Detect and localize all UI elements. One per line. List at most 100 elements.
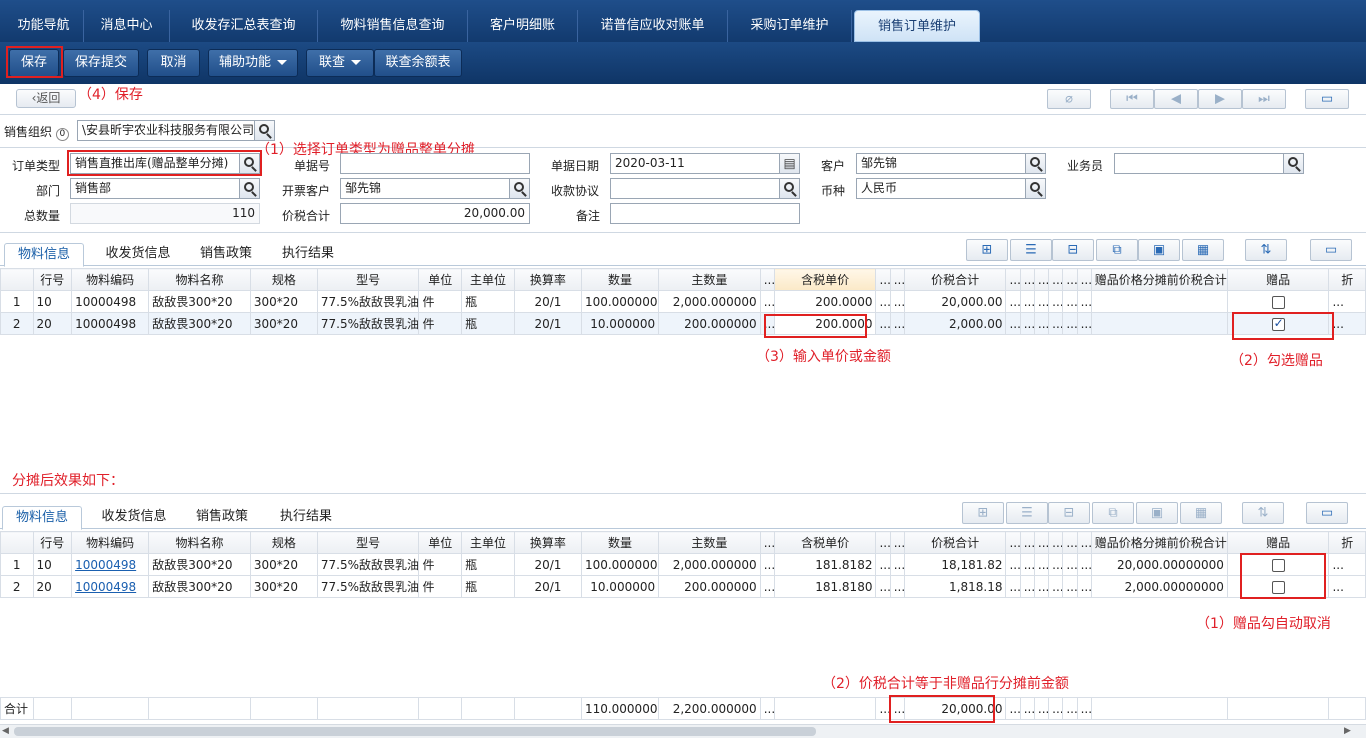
column-header[interactable]: ... [1048,531,1064,554]
ellipsis-cell[interactable]: ... [1019,553,1035,576]
spec-cell[interactable]: 300*20 [249,312,318,335]
model-cell[interactable]: 77.5%敌敌畏乳油 [316,312,420,335]
back-button[interactable]: ‹返回 [16,89,76,108]
customer-field[interactable]: 邹先锦 [856,153,1046,174]
ellipsis-cell[interactable]: ... [889,312,905,335]
name-cell[interactable]: 敌敌畏300*20 [148,575,251,598]
name-cell[interactable]: 敌敌畏300*20 [148,553,251,576]
spec-cell[interactable]: 300*20 [249,575,318,598]
salesman-field[interactable] [1114,153,1304,174]
attachment-button[interactable]: ⌀ [1047,89,1091,109]
main-unit-cell[interactable]: 瓶 [461,312,515,335]
column-header[interactable]: ... [1076,531,1092,554]
paste-row-button[interactable]: ▣ [1138,239,1180,261]
column-header[interactable]: 赠品价格分摊前价税合计 [1090,268,1228,291]
ellipsis-cell[interactable]: ... [889,553,905,576]
main-unit-cell[interactable]: 瓶 [461,575,515,598]
column-header[interactable]: 主单位 [461,268,515,291]
table-row[interactable]: 2 20 10000498 敌敌畏300*20 300*20 77.5%敌敌畏乳油件瓶 20… [0,312,1366,335]
column-header[interactable]: ... [875,268,891,291]
ellipsis-cell[interactable]: ... [759,290,775,313]
ellipsis-cell[interactable]: ... [1033,575,1050,598]
payment-field[interactable] [610,178,800,199]
main-unit-cell[interactable]: 瓶 [461,290,515,313]
column-header[interactable]: 物料编码 [71,268,150,291]
insert-row-button[interactable]: ☰ [1006,502,1048,524]
search-button[interactable] [239,179,259,198]
tab-material-info[interactable]: 物料信息 [2,506,82,530]
column-header[interactable]: ... [1048,268,1064,291]
insert-row-button[interactable]: ☰ [1010,239,1052,261]
ellipsis-cell[interactable]: ... [759,575,775,598]
column-header[interactable]: ... [1019,531,1035,554]
table-row[interactable]: 2 20 10000498 敌敌畏300*20 300*20 77.5%敌敌畏乳油件瓶 20… [0,575,1366,598]
prev-record-button[interactable]: ◀ [1154,89,1198,109]
code-cell[interactable]: 10000498 [71,312,150,335]
ellipsis-cell[interactable]: ... [1062,312,1078,335]
idx-cell[interactable]: 2 [0,575,34,598]
tab-shipping-info[interactable]: 收发货信息 [92,506,176,530]
gift-checkbox[interactable] [1271,295,1285,309]
column-header[interactable]: 换算率 [513,531,582,554]
remark-field[interactable] [610,203,800,224]
sort-button[interactable]: ⇅ [1245,239,1287,261]
qty-cell[interactable]: 10.000000 [580,575,660,598]
copy-row-button[interactable]: ⧉ [1096,239,1138,261]
price-cell[interactable]: 181.8182 [773,553,877,576]
scroll-right-icon[interactable]: ▶ [1344,726,1351,736]
maximize-button[interactable]: ▭ [1305,89,1349,109]
amount-cell[interactable]: 1,818.18 [903,575,1007,598]
model-cell[interactable]: 77.5%敌敌畏乳油 [316,575,420,598]
line-cell[interactable]: 20 [32,575,73,598]
ellipsis-cell[interactable]: ... [1005,553,1021,576]
main-qty-cell[interactable]: 2,000.000000 [658,553,761,576]
spec-cell[interactable]: 300*20 [249,553,318,576]
main-qty-cell[interactable]: 200.000000 [658,312,761,335]
rate-cell[interactable]: 20/1 [513,290,582,313]
search-button[interactable] [1025,154,1045,173]
ellipsis-cell[interactable]: ... [1005,312,1021,335]
nav-tab-receivable[interactable]: 诺普信应收对账单 [578,10,728,42]
ellipsis-cell[interactable]: ... [759,553,775,576]
date-field[interactable]: 2020-03-11 ▤ [610,153,800,174]
material-code-cell[interactable]: 10000498 [71,575,150,598]
column-header[interactable]: 赠品 [1226,268,1330,291]
ellipsis-cell[interactable]: ... [1062,290,1078,313]
pre-amount-cell[interactable]: 20,000.00000000 [1090,553,1228,576]
main-unit-cell[interactable]: 瓶 [461,553,515,576]
dept-field[interactable]: 销售部 [70,178,260,199]
column-header[interactable]: ... [1019,268,1035,291]
amount-cell[interactable]: 20,000.00 [903,290,1007,313]
column-header[interactable]: 含税单价 [773,531,877,554]
horizontal-scrollbar[interactable]: ◀ ▶ [0,724,1366,738]
nav-tab-purchase-order[interactable]: 采购订单维护 [728,10,852,42]
unit-cell[interactable]: 件 [418,312,463,335]
price-cell[interactable]: 200.0000 [773,290,877,313]
idx-cell[interactable]: 1 [0,290,34,313]
model-cell[interactable]: 77.5%敌敌畏乳油 [316,553,420,576]
cancel-button[interactable]: 取消 [147,49,200,77]
maximize-grid-button[interactable]: ▭ [1306,502,1348,524]
column-header[interactable]: 赠品价格分摊前价税合计 [1090,531,1228,554]
column-header[interactable]: 换算率 [513,268,582,291]
code-cell[interactable]: 10000498 [71,290,150,313]
column-header[interactable]: 价税合计 [903,531,1007,554]
ellipsis-cell[interactable]: ... [1328,290,1366,313]
currency-field[interactable]: 人民币 [856,178,1046,199]
column-header[interactable] [0,531,34,554]
column-header[interactable]: 规格 [249,531,318,554]
search-button[interactable] [509,179,529,198]
search-button[interactable] [1025,179,1045,198]
column-header[interactable]: 折 [1328,268,1366,291]
tab-material-info[interactable]: 物料信息 [4,243,84,267]
unit-cell[interactable]: 件 [418,553,463,576]
column-header[interactable]: 物料名称 [148,531,251,554]
ellipsis-cell[interactable]: ... [1033,290,1050,313]
column-header[interactable]: 规格 [249,268,318,291]
column-header[interactable]: 主数量 [658,531,761,554]
delete-row-button[interactable]: ⊟ [1052,239,1094,261]
column-header[interactable]: ... [759,268,775,291]
column-header[interactable]: ... [875,531,891,554]
ellipsis-cell[interactable]: ... [1019,312,1035,335]
line-cell[interactable]: 10 [32,553,73,576]
